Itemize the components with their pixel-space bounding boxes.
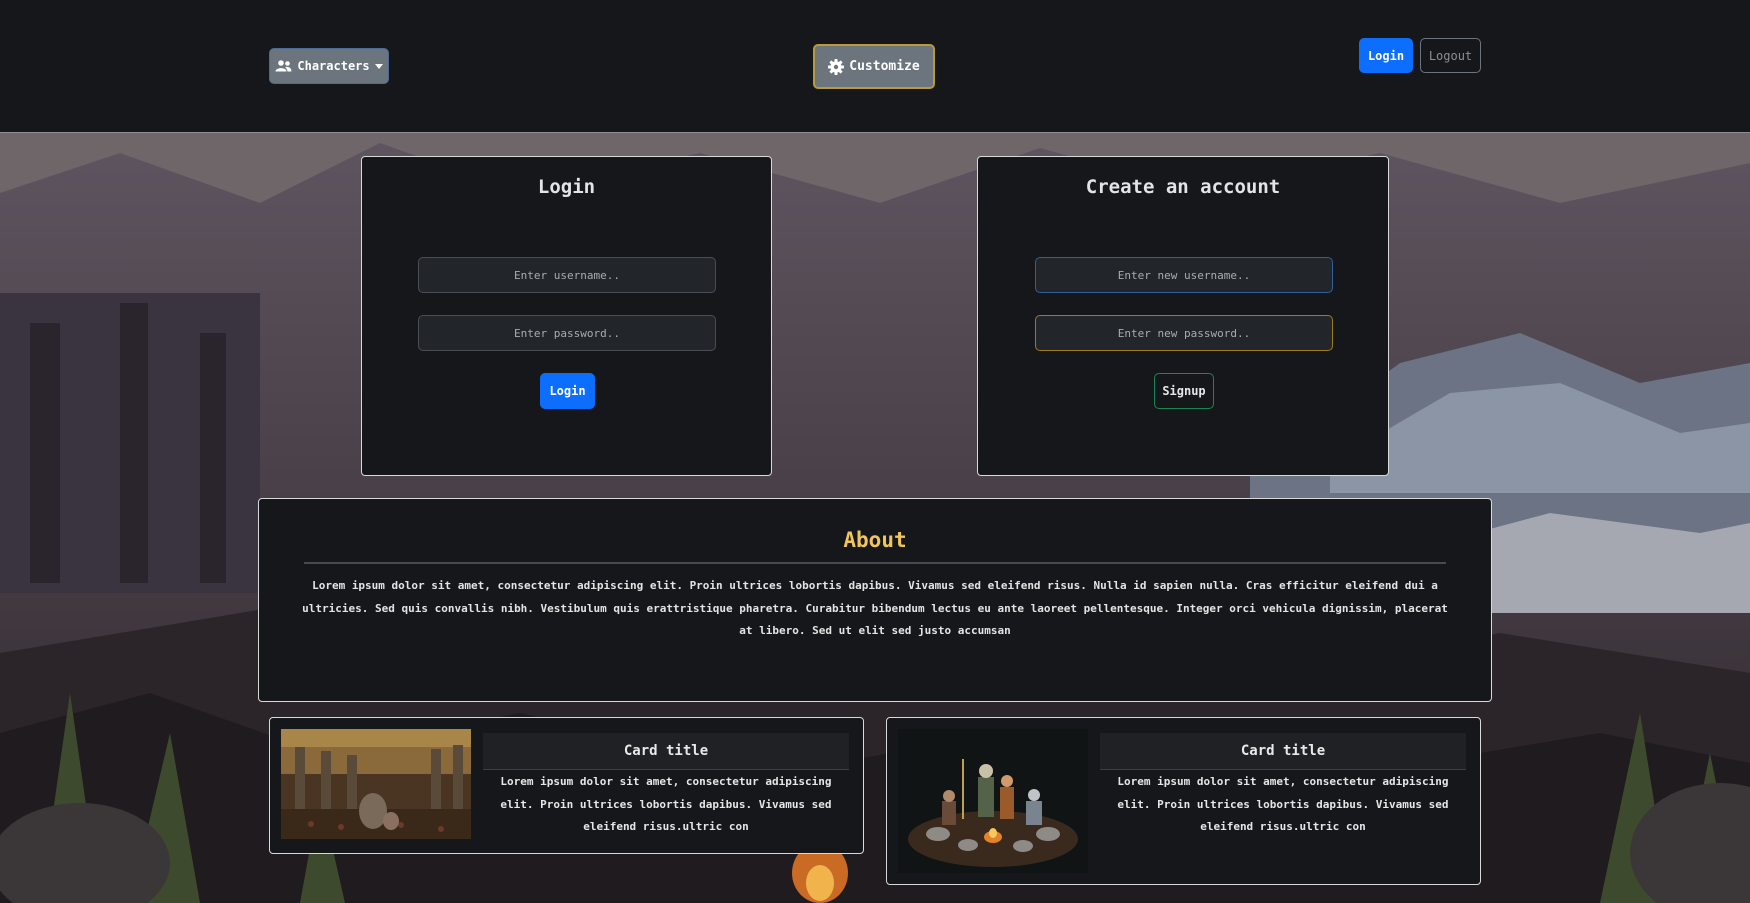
users-icon xyxy=(275,60,292,72)
card-1-text: Lorem ipsum dolor sit amet, consectetur … xyxy=(500,775,832,833)
password-input[interactable] xyxy=(418,315,716,351)
about-body: Lorem ipsum dolor sit amet, consectetur … xyxy=(302,579,1448,637)
signup-panel-title: Create an account xyxy=(1085,176,1281,198)
characters-label: Characters xyxy=(297,59,370,73)
card-1: Card title Lorem ipsum dolor sit amet, c… xyxy=(269,717,864,854)
about-divider xyxy=(304,562,1446,564)
new-username-input[interactable] xyxy=(1035,257,1333,293)
signup-button[interactable]: Signup xyxy=(1154,373,1214,409)
username-input[interactable] xyxy=(418,257,716,293)
card-2-text: Lorem ipsum dolor sit amet, consectetur … xyxy=(1117,775,1449,833)
card-2-image xyxy=(898,729,1088,873)
card-2: Card title Lorem ipsum dolor sit amet, c… xyxy=(886,717,1481,885)
card-2-title: Card title xyxy=(1100,733,1466,770)
top-navbar: Characters Customize Login Logout xyxy=(0,0,1750,133)
login-submit-button[interactable]: Login xyxy=(540,373,595,409)
customize-button[interactable]: Customize xyxy=(813,44,935,89)
about-section: About Lorem ipsum dolor sit amet, consec… xyxy=(258,498,1492,702)
signup-panel: Create an account Signup xyxy=(977,156,1389,476)
gear-icon xyxy=(828,58,845,75)
nav-login-button[interactable]: Login xyxy=(1359,38,1413,73)
caret-down-icon xyxy=(374,63,383,69)
card-1-image xyxy=(281,729,471,839)
nav-logout-button[interactable]: Logout xyxy=(1420,38,1481,73)
characters-dropdown-button[interactable]: Characters xyxy=(269,48,389,84)
customize-label: Customize xyxy=(849,59,920,74)
card-1-title: Card title xyxy=(483,733,849,770)
login-panel: Login Login xyxy=(361,156,772,476)
new-password-input[interactable] xyxy=(1035,315,1333,351)
login-panel-title: Login xyxy=(537,176,596,198)
about-title: About xyxy=(843,528,907,552)
